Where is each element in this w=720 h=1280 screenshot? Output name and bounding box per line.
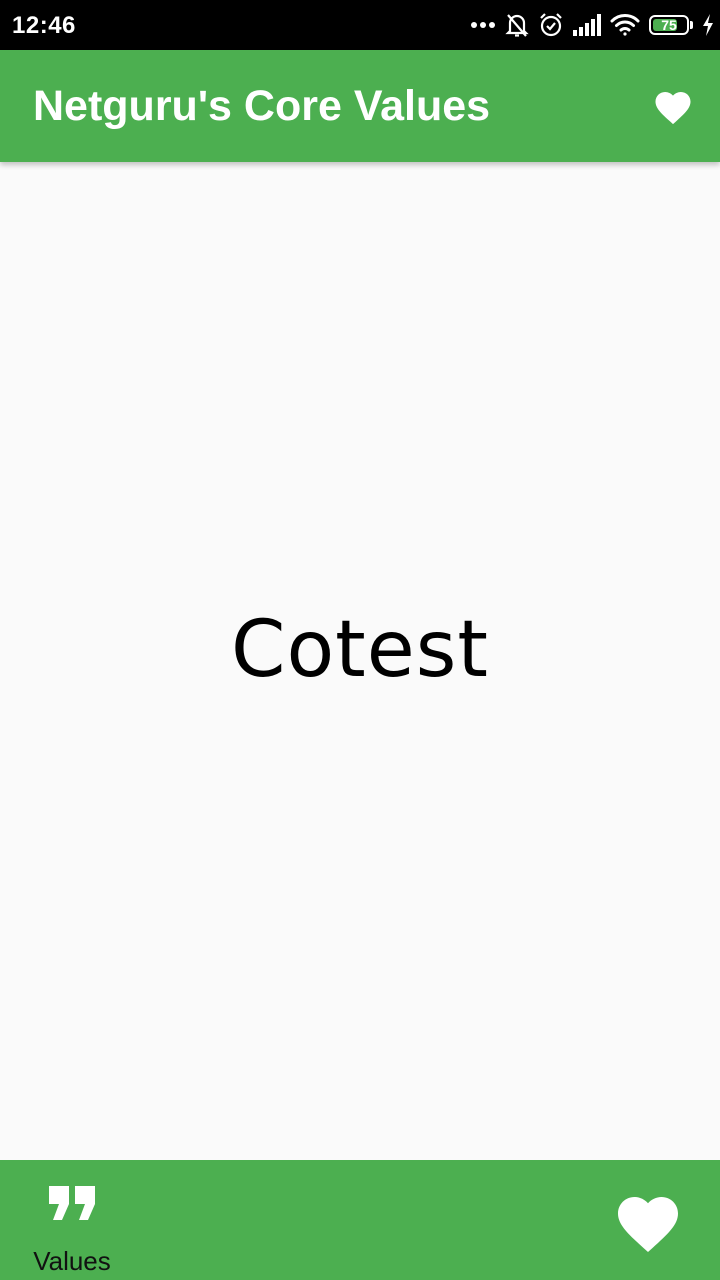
bell-off-icon bbox=[505, 12, 529, 38]
bottom-bar: Values bbox=[0, 1160, 720, 1280]
app-bar: Netguru's Core Values bbox=[0, 50, 720, 162]
heart-icon bbox=[655, 92, 691, 125]
battery-icon: 75 bbox=[649, 15, 693, 35]
status-bar: 12:46 75 bbox=[0, 0, 720, 50]
alarm-icon bbox=[538, 12, 564, 38]
status-icons: 75 bbox=[470, 9, 714, 41]
core-value-text[interactable]: Cotest bbox=[0, 600, 720, 700]
battery-tip bbox=[690, 21, 693, 29]
status-time: 12:46 bbox=[12, 12, 76, 39]
tab-values-label: Values bbox=[33, 1246, 111, 1276]
favorites-tab-button[interactable] bbox=[612, 1188, 684, 1254]
main-content: Cotest bbox=[0, 162, 720, 1160]
tab-values[interactable]: Values bbox=[22, 1178, 122, 1278]
more-dots-icon bbox=[470, 21, 496, 29]
signal-icon bbox=[573, 14, 601, 36]
charging-icon bbox=[702, 14, 714, 36]
quote-icon bbox=[49, 1186, 95, 1220]
heart-icon bbox=[618, 1197, 678, 1253]
favorite-heart-button[interactable] bbox=[652, 86, 694, 126]
battery-level: 75 bbox=[661, 17, 677, 33]
app-title: Netguru's Core Values bbox=[33, 82, 491, 130]
wifi-icon bbox=[610, 13, 640, 37]
